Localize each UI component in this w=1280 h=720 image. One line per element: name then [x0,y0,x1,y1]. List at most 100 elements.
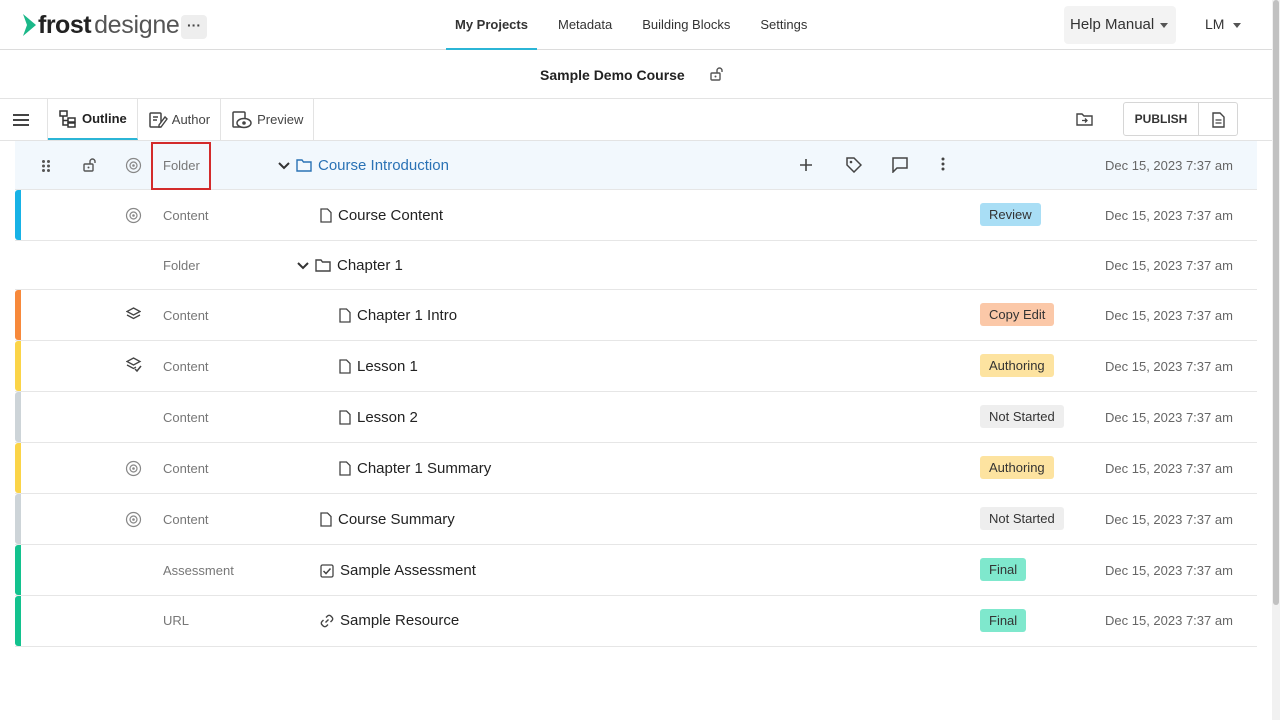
status-badge: Authoring [980,456,1054,479]
more-vertical-icon[interactable] [941,157,945,171]
drag-handle-icon[interactable] [41,159,51,173]
help-manual-dropdown[interactable]: Help Manual [1064,6,1176,44]
tab-author[interactable]: Author [138,99,222,140]
row-date: Dec 15, 2023 7:37 am [1105,410,1233,425]
nav-settings[interactable]: Settings [751,0,816,50]
settings-gear-icon[interactable] [125,207,142,224]
add-icon[interactable] [800,159,812,171]
folder-icon [315,259,331,272]
status-stripe [15,392,21,442]
table-row[interactable]: Content Lesson 2 Not Started Dec 15, 202… [15,392,1257,443]
row-title[interactable]: Chapter 1 Intro [339,307,457,324]
row-type: Content [163,512,209,527]
outline-list: Folder Course Introduction Dec 15, 2023 … [15,141,1257,647]
row-title[interactable]: Sample Assessment [320,562,476,579]
row-title[interactable]: Lesson 2 [339,409,418,426]
status-stripe [15,341,21,391]
more-apps-button[interactable]: ··· [181,15,207,39]
comment-icon[interactable] [892,157,908,173]
row-title-text: Course Introduction [318,157,449,174]
status-badge: Review [980,203,1041,226]
row-date: Dec 15, 2023 7:37 am [1105,208,1233,223]
logo-chevron-icon [23,14,36,36]
table-row[interactable]: Folder Chapter 1 Dec 15, 2023 7:37 am [15,241,1257,290]
row-title-text: Sample Resource [340,612,460,629]
row-type: Assessment [163,563,234,578]
table-row[interactable]: Assessment Sample Assessment Final Dec 1… [15,545,1257,596]
logo-text-bold: frost [38,10,92,39]
status-badge: Final [980,558,1027,581]
row-type: URL [163,613,190,628]
document-report-button[interactable] [1198,102,1238,136]
row-date: Dec 15, 2023 7:37 am [1105,563,1233,578]
row-type: Folder [163,258,200,273]
row-date: Dec 15, 2023 7:37 am [1105,359,1233,374]
row-title[interactable]: Course Introduction [278,157,449,174]
table-row[interactable]: Folder Course Introduction Dec 15, 2023 … [15,141,1257,190]
layers-icon[interactable] [126,307,141,322]
row-title-text: Lesson 1 [357,358,418,375]
table-row[interactable]: Content Lesson 1 Authoring Dec 15, 2023 … [15,341,1257,392]
unlock-icon[interactable] [709,66,725,82]
logo-text-light: designer [94,10,188,39]
course-title: Sample Demo Course [540,67,685,83]
document-icon [1212,112,1225,128]
settings-gear-icon[interactable] [125,157,142,174]
row-title[interactable]: Sample Resource [320,612,459,629]
scrollbar-thumb[interactable] [1273,0,1279,605]
status-badge: Not Started [980,405,1064,428]
status-stripe [15,290,21,340]
status-stripe [15,545,21,595]
status-badge: Authoring [980,354,1054,377]
tag-icon[interactable] [846,157,862,173]
status-badge: Not Started [980,507,1064,530]
document-icon [339,308,351,323]
document-icon [339,410,351,425]
publish-button[interactable]: PUBLISH [1123,102,1199,136]
status-badge: Final [980,609,1027,632]
row-date: Dec 15, 2023 7:37 am [1105,158,1233,173]
row-title-text: Sample Assessment [340,562,476,579]
row-type: Content [163,308,209,323]
status-stripe [15,443,21,493]
row-title-text: Course Content [338,207,444,224]
nav-my-projects[interactable]: My Projects [446,0,537,50]
nav-building-blocks[interactable]: Building Blocks [633,0,739,50]
tab-preview[interactable]: Preview [221,99,315,140]
course-header: Sample Demo Course [0,50,1272,99]
layers-check-icon[interactable] [126,357,142,373]
preview-eye-icon [232,110,252,128]
hamburger-menu-icon[interactable] [13,113,29,127]
settings-gear-icon[interactable] [125,511,142,528]
row-title[interactable]: Lesson 1 [339,358,418,375]
chevron-down-icon[interactable] [278,161,290,170]
row-title[interactable]: Chapter 1 Summary [339,460,491,477]
settings-gear-icon[interactable] [125,460,142,477]
row-date: Dec 15, 2023 7:37 am [1105,613,1233,628]
tab-outline-label: Outline [82,111,127,126]
status-stripe [15,596,21,646]
row-title[interactable]: Course Summary [320,511,455,528]
table-row[interactable]: Content Course Content Review Dec 15, 20… [15,190,1257,241]
main-nav: My Projects Metadata Building Blocks Set… [446,0,828,50]
user-menu[interactable]: LM [1205,16,1242,32]
frost-designer-logo[interactable]: frost designer [22,11,188,39]
checkbox-icon [320,563,334,578]
row-type: Content [163,410,209,425]
table-row[interactable]: URL Sample Resource Final Dec 15, 2023 7… [15,596,1257,647]
row-title[interactable]: Course Content [320,207,443,224]
view-tabs: Outline Author Preview [47,99,315,140]
nav-metadata[interactable]: Metadata [549,0,621,50]
table-row[interactable]: Content Chapter 1 Summary Authoring Dec … [15,443,1257,494]
document-icon [339,359,351,374]
row-title[interactable]: Chapter 1 [297,257,403,274]
row-date: Dec 15, 2023 7:37 am [1105,258,1233,273]
table-row[interactable]: Content Course Summary Not Started Dec 1… [15,494,1257,545]
row-title-text: Chapter 1 Summary [357,460,492,477]
table-row[interactable]: Content Chapter 1 Intro Copy Edit Dec 15… [15,290,1257,341]
move-to-folder-icon[interactable] [1076,112,1094,126]
tab-author-label: Author [171,112,211,127]
tab-outline[interactable]: Outline [48,99,138,140]
chevron-down-icon[interactable] [297,261,309,270]
unlock-icon[interactable] [82,157,98,173]
